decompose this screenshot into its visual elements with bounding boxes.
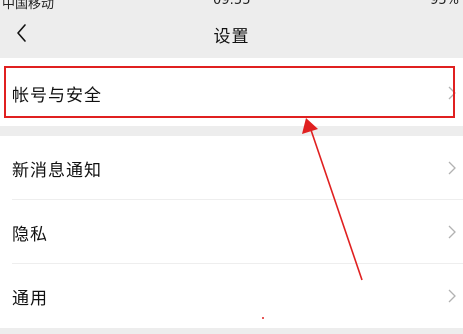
settings-group-account: 帐号与安全	[0, 58, 463, 126]
settings-item-general[interactable]: 通用	[0, 264, 463, 328]
chevron-right-icon	[448, 86, 456, 100]
settings-item-label: 通用	[12, 289, 48, 309]
settings-item-label: 帐号与安全	[12, 86, 102, 106]
status-time: 09:55	[213, 0, 251, 8]
nav-bar: 设置	[0, 12, 463, 58]
settings-item-privacy[interactable]: 隐私	[0, 200, 463, 264]
carrier-label: 中国移动	[2, 0, 55, 12]
chevron-right-icon	[448, 161, 456, 175]
settings-item-new-message-notification[interactable]: 新消息通知	[0, 136, 463, 200]
settings-item-account-security[interactable]: 帐号与安全	[0, 58, 463, 126]
chevron-right-icon	[448, 225, 456, 239]
settings-item-label: 新消息通知	[12, 161, 102, 181]
battery-label: 95%	[430, 0, 459, 8]
page-title: 设置	[213, 27, 250, 47]
settings-item-label: 隐私	[12, 225, 48, 245]
settings-group-main: 新消息通知 隐私 通用	[0, 136, 463, 328]
chevron-right-icon	[448, 289, 456, 303]
status-bar: 中国移动 09:55 95%	[0, 0, 463, 12]
